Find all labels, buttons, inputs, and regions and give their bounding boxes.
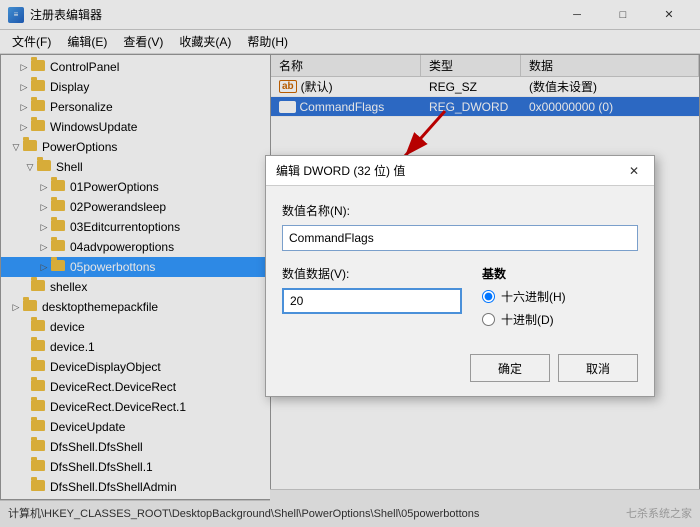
radio-hex[interactable] — [482, 290, 495, 303]
dialog-footer: 确定 取消 — [266, 346, 654, 396]
radio-hex-row: 十六进制(H) — [482, 288, 638, 305]
data-value-section: 数值数据(V): — [282, 265, 462, 334]
dialog-data-row: 数值数据(V): 基数 十六进制(H) 十进制(D) — [282, 265, 638, 334]
value-name-input[interactable] — [282, 225, 638, 251]
data-label: 数值数据(V): — [282, 265, 462, 282]
ok-button[interactable]: 确定 — [470, 354, 550, 382]
dialog-body: 数值名称(N): 数值数据(V): 基数 十六进制(H) 十进制(D) — [266, 186, 654, 346]
radio-hex-label: 十六进制(H) — [501, 288, 566, 305]
radio-decimal[interactable] — [482, 313, 495, 326]
edit-dword-dialog: 编辑 DWORD (32 位) 值 ✕ 数值名称(N): 数值数据(V): 基数… — [265, 155, 655, 397]
radio-dec-row: 十进制(D) — [482, 311, 638, 328]
dialog-title-bar: 编辑 DWORD (32 位) 值 ✕ — [266, 156, 654, 186]
cancel-button[interactable]: 取消 — [558, 354, 638, 382]
value-data-input[interactable] — [282, 288, 462, 314]
dialog-close-button[interactable]: ✕ — [624, 161, 644, 181]
name-label: 数值名称(N): — [282, 202, 638, 219]
radio-dec-label: 十进制(D) — [501, 311, 554, 328]
radix-title: 基数 — [482, 265, 638, 282]
radix-section: 基数 十六进制(H) 十进制(D) — [482, 265, 638, 334]
dialog-title-text: 编辑 DWORD (32 位) 值 — [276, 162, 624, 179]
